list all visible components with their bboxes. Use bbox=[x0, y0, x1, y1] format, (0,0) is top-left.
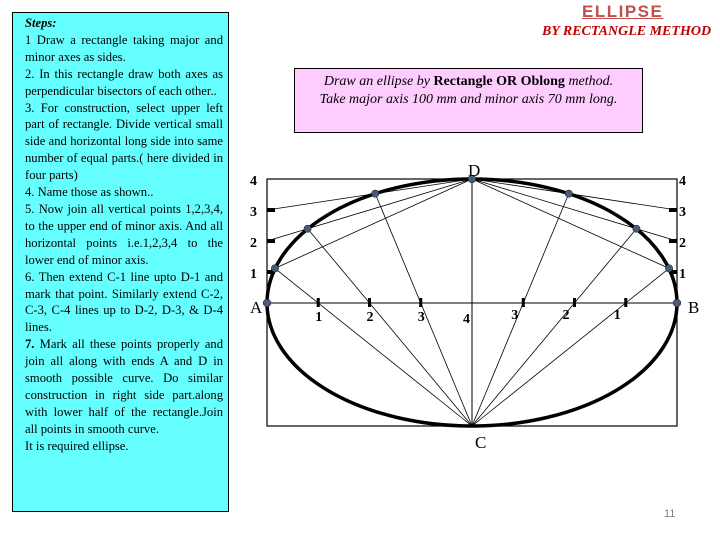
label-right-horizontal-2: 2 bbox=[563, 308, 570, 323]
label-right-vertical-3: 3 bbox=[679, 205, 686, 220]
tick-right-horizontal-1 bbox=[624, 298, 628, 307]
tick-left-vertical-2 bbox=[267, 239, 275, 243]
line-C-to-right-h3 bbox=[471, 193, 570, 427]
label-left-horizontal-3: 3 bbox=[418, 310, 425, 325]
point-B-marker bbox=[672, 298, 682, 308]
tick-right-vertical-2 bbox=[669, 239, 677, 243]
label-point-A: A bbox=[250, 298, 263, 317]
line-C-to-right-h2 bbox=[471, 228, 637, 427]
tick-right-vertical-3 bbox=[669, 208, 677, 212]
line-C-to-left-h1 bbox=[274, 268, 473, 427]
label-right-horizontal-1: 1 bbox=[614, 308, 621, 323]
ellipse-point-left-1 bbox=[271, 264, 279, 273]
ellipse-point-right-3 bbox=[564, 189, 573, 198]
label-point-D: D bbox=[468, 161, 480, 180]
label-left-horizontal-2: 2 bbox=[367, 310, 374, 325]
label-right-horizontal-3: 3 bbox=[511, 308, 518, 323]
point-A-marker bbox=[262, 298, 272, 308]
tick-left-horizontal-2 bbox=[368, 298, 371, 307]
tick-left-vertical-3 bbox=[267, 208, 275, 212]
label-right-vertical-2: 2 bbox=[679, 236, 686, 251]
label-left-vertical-1: 1 bbox=[250, 267, 257, 282]
line-D-to-left-v1 bbox=[266, 178, 473, 273]
ellipse-point-right-1 bbox=[665, 264, 673, 273]
page-number: 11 bbox=[664, 508, 676, 520]
line-C-to-right-h1 bbox=[471, 268, 670, 427]
line-D-to-left-v2 bbox=[266, 178, 473, 242]
label-left-vertical-3: 3 bbox=[250, 205, 257, 220]
line-D-to-right-v2 bbox=[471, 178, 678, 242]
label-left-horizontal-1: 1 bbox=[315, 310, 322, 325]
line-D-to-right-v1 bbox=[471, 178, 678, 273]
tick-left-horizontal-1 bbox=[316, 298, 320, 307]
label-point-C: C bbox=[475, 433, 486, 452]
tick-right-horizontal-3 bbox=[521, 298, 525, 307]
label-left-vertical-2: 2 bbox=[250, 236, 257, 251]
ellipse-point-left-2 bbox=[303, 224, 312, 233]
ellipse-construction-diagram: 1 1 2 2 3 3 4 4 1 2 3 4 1 2 3 A B C D bbox=[250, 161, 699, 452]
label-left-horizontal-4: 4 bbox=[463, 312, 470, 327]
tick-left-horizontal-3 bbox=[419, 298, 423, 307]
tick-right-horizontal-2 bbox=[573, 298, 576, 307]
label-right-vertical-4: 4 bbox=[679, 174, 686, 189]
label-point-B: B bbox=[688, 298, 699, 317]
label-right-vertical-1: 1 bbox=[679, 267, 686, 282]
label-left-vertical-4: 4 bbox=[250, 174, 257, 189]
line-C-to-left-h2 bbox=[307, 228, 473, 427]
ellipse-point-right-2 bbox=[632, 224, 641, 233]
ellipse-point-left-3 bbox=[371, 189, 380, 198]
